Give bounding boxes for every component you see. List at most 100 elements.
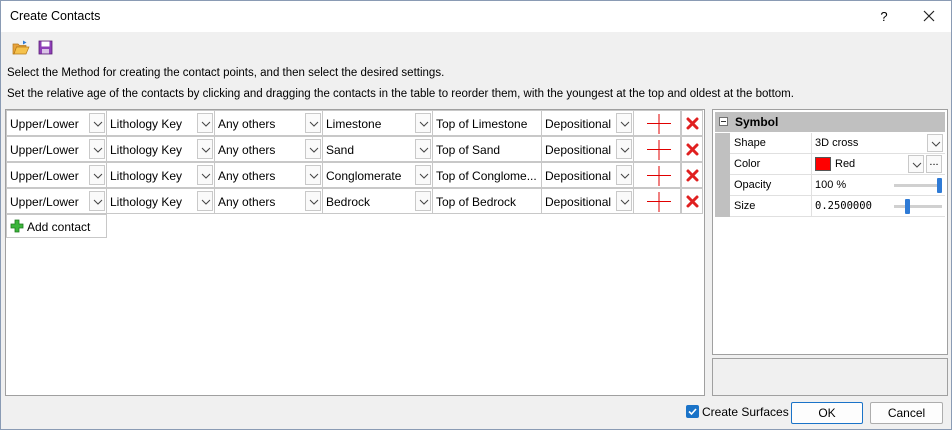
symbol-cell[interactable] — [633, 110, 681, 136]
chevron-down-icon — [93, 147, 103, 153]
color-dropdown-button[interactable] — [908, 155, 924, 173]
contact-name-value: Top of Sand — [436, 143, 501, 157]
key-field-cell[interactable]: Lithology Key — [106, 162, 215, 188]
table-row[interactable]: Upper/Lower Lithology Key Any others Conglo… — [6, 162, 706, 188]
against-value: Any others — [218, 169, 276, 183]
color-swatch — [815, 157, 831, 171]
against-dropdown-button[interactable] — [305, 139, 321, 159]
cross-symbol-icon — [647, 192, 671, 212]
key-field-cell[interactable]: Lithology Key — [106, 136, 215, 162]
unit-dropdown-button[interactable] — [415, 113, 431, 133]
unit-cell[interactable]: Sand — [322, 136, 433, 162]
key-field-dropdown-button[interactable] — [197, 113, 213, 133]
against-cell[interactable]: Any others — [214, 136, 323, 162]
unit-cell[interactable]: Conglomerate — [322, 162, 433, 188]
symbol-section-header[interactable]: Symbol — [715, 112, 945, 132]
contact-type-dropdown-button[interactable] — [616, 139, 632, 159]
chevron-down-icon — [419, 121, 429, 127]
create-surfaces-label[interactable]: Create Surfaces — [702, 405, 789, 419]
color-select[interactable]: Red ... — [812, 154, 945, 175]
position-value: Upper/Lower — [10, 195, 79, 209]
against-dropdown-button[interactable] — [305, 113, 321, 133]
against-cell[interactable]: Any others — [214, 162, 323, 188]
contact-type-cell[interactable]: Depositional — [541, 188, 634, 214]
contact-type-dropdown-button[interactable] — [616, 191, 632, 211]
size-field[interactable]: 0.2500000 — [812, 196, 945, 217]
position-value: Upper/Lower — [10, 143, 79, 157]
contact-type-value: Depositional — [545, 169, 612, 183]
symbol-cell[interactable] — [633, 188, 681, 214]
against-dropdown-button[interactable] — [305, 191, 321, 211]
ok-button[interactable]: OK — [791, 402, 863, 424]
create-surfaces-checkbox[interactable] — [686, 405, 699, 418]
chevron-down-icon — [201, 121, 211, 127]
color-more-button[interactable]: ... — [926, 155, 942, 173]
contact-name-cell[interactable]: Top of Limestone — [432, 110, 542, 136]
key-field-dropdown-button[interactable] — [197, 165, 213, 185]
symbol-cell[interactable] — [633, 162, 681, 188]
help-button[interactable]: ? — [867, 1, 901, 32]
opacity-slider-track[interactable] — [894, 184, 942, 187]
cancel-button[interactable]: Cancel — [870, 402, 943, 424]
contact-type-dropdown-button[interactable] — [616, 113, 632, 133]
contacts-table: Upper/Lower Lithology Key Any others Limest… — [5, 109, 705, 396]
shape-select[interactable]: 3D cross — [812, 133, 945, 154]
open-button[interactable] — [12, 39, 30, 57]
contact-type-cell[interactable]: Depositional — [541, 162, 634, 188]
chevron-down-icon — [309, 173, 319, 179]
delete-contact-button[interactable] — [681, 110, 703, 136]
opacity-slider-thumb[interactable] — [937, 178, 942, 193]
unit-dropdown-button[interactable] — [415, 165, 431, 185]
contact-type-cell[interactable]: Depositional — [541, 110, 634, 136]
save-button[interactable] — [37, 39, 55, 57]
table-row[interactable]: Upper/Lower Lithology Key Any others Bedroc… — [6, 188, 706, 214]
close-button[interactable] — [911, 1, 947, 32]
table-row[interactable]: Upper/Lower Lithology Key Any others Limest… — [6, 110, 706, 136]
against-cell[interactable]: Any others — [214, 110, 323, 136]
position-value: Upper/Lower — [10, 169, 79, 183]
unit-cell[interactable]: Limestone — [322, 110, 433, 136]
opacity-field[interactable]: 100 % — [812, 175, 945, 196]
shape-dropdown-button[interactable] — [927, 134, 943, 152]
key-field-dropdown-button[interactable] — [197, 191, 213, 211]
checkmark-icon — [688, 408, 697, 416]
contact-type-dropdown-button[interactable] — [616, 165, 632, 185]
position-value: Upper/Lower — [10, 117, 79, 131]
key-field-cell[interactable]: Lithology Key — [106, 188, 215, 214]
table-row[interactable]: Upper/Lower Lithology Key Any others Sand To… — [6, 136, 706, 162]
size-slider-thumb[interactable] — [904, 199, 910, 214]
position-cell[interactable]: Upper/Lower — [6, 110, 107, 136]
position-cell[interactable]: Upper/Lower — [6, 162, 107, 188]
position-cell[interactable]: Upper/Lower — [6, 136, 107, 162]
position-dropdown-button[interactable] — [89, 191, 105, 211]
title-bar: Create Contacts ? — [1, 1, 951, 32]
chevron-down-icon — [620, 173, 630, 179]
position-dropdown-button[interactable] — [89, 139, 105, 159]
delete-contact-button[interactable] — [681, 162, 703, 188]
delete-icon — [686, 143, 699, 156]
against-dropdown-button[interactable] — [305, 165, 321, 185]
contact-name-cell[interactable]: Top of Bedrock — [432, 188, 542, 214]
collapse-icon[interactable] — [719, 117, 728, 126]
delete-contact-button[interactable] — [681, 188, 703, 214]
delete-contact-button[interactable] — [681, 136, 703, 162]
position-dropdown-button[interactable] — [89, 165, 105, 185]
color-label: Color — [734, 158, 761, 170]
contact-name-cell[interactable]: Top of Sand — [432, 136, 542, 162]
key-field-dropdown-button[interactable] — [197, 139, 213, 159]
contact-name-cell[interactable]: Top of Conglome... — [432, 162, 542, 188]
unit-cell[interactable]: Bedrock — [322, 188, 433, 214]
add-contact-button[interactable]: Add contact — [6, 214, 107, 238]
contact-name-value: Top of Limestone — [436, 117, 528, 131]
against-cell[interactable]: Any others — [214, 188, 323, 214]
key-field-cell[interactable]: Lithology Key — [106, 110, 215, 136]
symbol-cell[interactable] — [633, 136, 681, 162]
position-cell[interactable]: Upper/Lower — [6, 188, 107, 214]
chevron-down-icon — [309, 199, 319, 205]
position-dropdown-button[interactable] — [89, 113, 105, 133]
add-contact-label: Add contact — [27, 220, 91, 234]
unit-dropdown-button[interactable] — [415, 139, 431, 159]
unit-dropdown-button[interactable] — [415, 191, 431, 211]
size-slider-track[interactable] — [894, 205, 942, 208]
contact-type-cell[interactable]: Depositional — [541, 136, 634, 162]
